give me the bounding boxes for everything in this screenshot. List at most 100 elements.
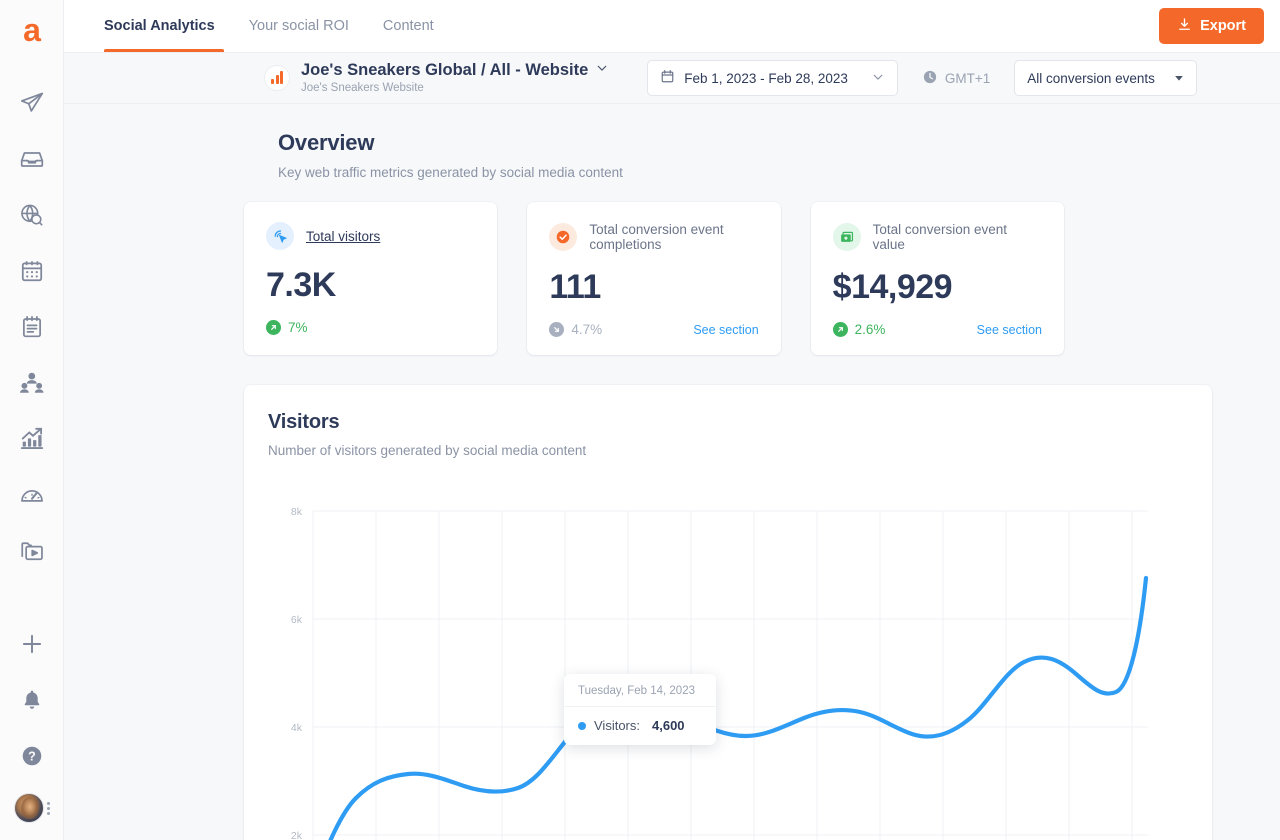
account-title: Joe's Sneakers Global / All - Website: [301, 61, 609, 80]
delta-indicator: 4.7%: [549, 322, 602, 337]
rail-icon-list: [4, 75, 60, 579]
notes-icon[interactable]: [4, 299, 60, 355]
overview-header: Overview Key web traffic metrics generat…: [64, 104, 1280, 180]
delta-value: 7%: [288, 320, 308, 335]
rail-bottom-group: ?: [0, 616, 64, 832]
card-value: 111: [549, 268, 601, 306]
tab-content[interactable]: Content: [366, 0, 451, 52]
tooltip-date: Tuesday, Feb 14, 2023: [564, 674, 716, 707]
metric-card-conversion-value: Total conversion event value $14,929 2.6…: [810, 202, 1064, 355]
visitors-panel: Visitors Number of visitors generated by…: [244, 385, 1212, 840]
card-footer: 2.6% See section: [832, 322, 1042, 337]
card-header: Total visitors: [266, 222, 475, 250]
grid-horizontal: [313, 510, 1148, 836]
calendar-icon: [660, 69, 675, 87]
svg-text:a: a: [23, 14, 41, 48]
delta-indicator: 2.6%: [832, 322, 886, 337]
media-library-icon[interactable]: [4, 523, 60, 579]
sub-header: Joe's Sneakers Global / All - Website Jo…: [64, 52, 1280, 104]
tab-label: Content: [382, 18, 434, 34]
calendar-icon[interactable]: [4, 243, 60, 299]
analytics-icon[interactable]: [4, 411, 60, 467]
account-title-text: Joe's Sneakers Global / All - Website: [301, 60, 589, 79]
add-icon[interactable]: [4, 616, 60, 672]
series-dot-icon: [578, 721, 586, 730]
arrow-up-icon: [266, 320, 281, 335]
arrow-up-icon: [832, 322, 848, 337]
tab-your-social-roi[interactable]: Your social ROI: [232, 0, 366, 52]
content-inner: Overview Key web traffic metrics generat…: [64, 104, 1280, 840]
download-icon: [1177, 17, 1192, 36]
card-header: Total conversion event completions: [549, 222, 758, 252]
account-bars-icon: [264, 65, 290, 91]
visitors-line-chart: 8k 6k 4k 2k: [291, 506, 1149, 840]
main-column: Social Analytics Your social ROI Content…: [64, 0, 1280, 840]
y-tick-2k: 2k: [291, 830, 303, 840]
card-footer: 4.7% See section: [549, 322, 759, 337]
card-label-conversion-value: Total conversion event value: [872, 222, 1007, 252]
tooltip-value: 4,600: [652, 718, 685, 733]
visitors-title: Visitors: [268, 411, 340, 433]
y-axis-ticks: 8k 6k 4k 2k: [291, 506, 303, 840]
user-menu[interactable]: [14, 784, 50, 832]
chevron-down-icon[interactable]: [871, 70, 885, 87]
card-footer: 7%: [266, 320, 475, 335]
date-range-value: Feb 1, 2023 - Feb 28, 2023: [684, 70, 848, 86]
money-icon: [832, 223, 861, 251]
account-selector[interactable]: Joe's Sneakers Global / All - Website Jo…: [264, 61, 609, 95]
overview-cards: Total visitors 7.3K 7% Total conversion …: [64, 180, 1064, 355]
timezone-label: GMT+1: [944, 70, 991, 86]
nav-tabs: Social Analytics Your social ROI Content: [96, 0, 451, 52]
help-icon[interactable]: ?: [4, 728, 60, 784]
app-logo[interactable]: a: [15, 12, 49, 53]
arrow-down-icon: [549, 322, 565, 337]
visitors-subtitle: Number of visitors generated by social m…: [268, 443, 587, 458]
see-section-link[interactable]: See section: [977, 323, 1042, 337]
date-range-picker[interactable]: Feb 1, 2023 - Feb 28, 2023: [647, 60, 898, 96]
chart-tooltip: Tuesday, Feb 14, 2023 Visitors: 4,600: [564, 674, 716, 745]
caret-down-icon[interactable]: [1174, 71, 1184, 86]
app-root: a ? Social Analytics Your social ROI Con…: [0, 0, 1280, 840]
see-section-link[interactable]: See section: [693, 323, 758, 337]
y-tick-8k: 8k: [291, 506, 303, 518]
account-text: Joe's Sneakers Global / All - Website Jo…: [301, 61, 609, 95]
card-label-total-visitors[interactable]: Total visitors: [306, 229, 380, 244]
card-header: Total conversion event value: [832, 222, 1042, 252]
conversion-events-value: All conversion events: [1027, 70, 1155, 86]
conversion-events-select[interactable]: All conversion events: [1014, 60, 1197, 96]
tab-social-analytics[interactable]: Social Analytics: [96, 0, 232, 52]
metric-card-conversion-completions: Total conversion event completions 111 4…: [527, 202, 781, 355]
timezone-indicator: GMT+1: [922, 69, 990, 88]
clock-icon: [922, 69, 938, 88]
delta-indicator: 7%: [266, 320, 308, 335]
tooltip-row: Visitors: 4,600: [564, 707, 716, 745]
dashboard-icon[interactable]: [4, 467, 60, 523]
page-title: Overview: [278, 130, 375, 155]
inbox-icon[interactable]: [4, 131, 60, 187]
account-subtitle: Joe's Sneakers Website: [301, 81, 424, 94]
visitors-chart[interactable]: 8k 6k 4k 2k Tuesday, Feb 14, 2023 Visito…: [268, 486, 1188, 840]
export-label: Export: [1200, 18, 1246, 34]
metric-card-total-visitors: Total visitors 7.3K 7%: [244, 202, 498, 355]
audience-icon[interactable]: [4, 355, 60, 411]
card-value: $14,929: [832, 268, 953, 306]
y-tick-6k: 6k: [291, 614, 303, 626]
export-button[interactable]: Export: [1159, 8, 1264, 44]
tab-label: Your social ROI: [248, 18, 349, 34]
tooltip-series-label: Visitors:: [594, 718, 640, 733]
page-subtitle: Key web traffic metrics generated by soc…: [278, 165, 623, 180]
avatar[interactable]: [14, 793, 44, 823]
card-label-conversion-completions: Total conversion event completions: [589, 222, 724, 252]
card-value: 7.3K: [266, 266, 336, 304]
cursor-click-icon: [266, 222, 294, 250]
delta-value: 4.7%: [571, 322, 603, 337]
bell-icon[interactable]: [4, 672, 60, 728]
kebab-menu-icon[interactable]: [47, 801, 50, 815]
content-scroll-area[interactable]: Overview Key web traffic metrics generat…: [64, 104, 1280, 840]
listening-icon[interactable]: [4, 187, 60, 243]
delta-value: 2.6%: [854, 322, 886, 337]
top-nav: Social Analytics Your social ROI Content…: [64, 0, 1280, 52]
y-tick-4k: 4k: [291, 722, 303, 734]
publish-icon[interactable]: [4, 75, 60, 131]
chevron-down-icon[interactable]: [595, 61, 609, 80]
